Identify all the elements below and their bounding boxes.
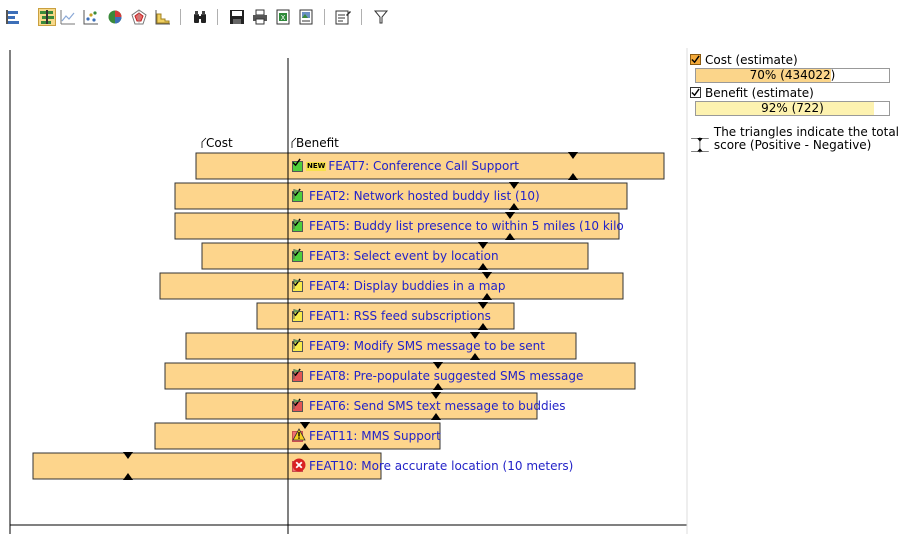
feature-row-label[interactable]: FEAT9: Modify SMS message to be sent [292, 338, 545, 354]
feature-name[interactable]: FEAT7: Conference Call Support [328, 159, 519, 173]
bars-cost-benefit-icon [40, 10, 54, 24]
pie-chart-button[interactable] [106, 8, 124, 26]
save-button[interactable] [228, 8, 246, 26]
feature-row-label[interactable]: FEAT8: Pre-populate suggested SMS messag… [292, 368, 583, 384]
toolbar-separator [180, 9, 181, 25]
feature-name[interactable]: FEAT8: Pre-populate suggested SMS messag… [309, 369, 583, 383]
feature-name[interactable]: FEAT1: RSS feed subscriptions [309, 309, 491, 323]
benefit-column-header: Benefit [296, 136, 339, 150]
cost-summary-text: 70% (434022) [749, 68, 836, 82]
toolbar-separator [361, 9, 362, 25]
radar-chart-button[interactable] [130, 8, 148, 26]
feature-row-label[interactable]: NEW FEAT7: Conference Call Support [292, 158, 519, 174]
cost-bar [164, 362, 289, 390]
cost-bar [174, 212, 289, 240]
find-button[interactable] [191, 8, 209, 26]
cost-bar [195, 152, 289, 180]
toolbar: X [0, 0, 905, 40]
status-checkbox-green[interactable] [292, 158, 303, 172]
export-image-button[interactable] [297, 8, 315, 26]
scatter-chart-icon [83, 10, 98, 25]
scatter-chart-button[interactable] [82, 8, 100, 26]
feature-name[interactable]: FEAT4: Display buddies in a map [309, 279, 505, 293]
legend-cost-row[interactable]: Cost (estimate) [690, 52, 905, 67]
feature-name[interactable]: FEAT5: Buddy list presence to within 5 m… [309, 219, 624, 233]
edit-properties-button[interactable] [334, 8, 352, 26]
save-icon [230, 10, 244, 24]
feature-row-label[interactable]: FEAT5: Buddy list presence to within 5 m… [292, 218, 624, 234]
feature-row-label[interactable]: FEAT4: Display buddies in a map [292, 278, 505, 294]
svg-text:X: X [281, 14, 286, 22]
area-chart-button[interactable] [154, 8, 172, 26]
cost-benefit-view-button[interactable] [38, 8, 56, 26]
cost-bar [185, 392, 289, 420]
benefit-summary-bar: 92% (722) [695, 101, 890, 116]
feature-row-label[interactable]: FEAT10: More accurate location (10 meter… [292, 458, 573, 474]
triangle-note-text: The triangles indicate the total score (… [713, 125, 900, 152]
export-image-icon [299, 9, 313, 25]
export-excel-button[interactable]: X [274, 8, 292, 26]
benefit-checkbox[interactable] [690, 87, 701, 98]
line-chart-button[interactable] [59, 8, 77, 26]
pie-chart-icon [108, 10, 122, 24]
feature-name[interactable]: FEAT11: MMS Support [309, 429, 441, 443]
cost-checkbox[interactable] [690, 54, 701, 65]
legend-panel: Cost (estimate) 70% (434022) Benefit (es… [690, 52, 905, 166]
new-badge-icon: NEW [306, 161, 327, 171]
bars-left-button[interactable] [4, 8, 22, 26]
legend-benefit-label: Benefit (estimate) [705, 85, 814, 100]
feature-name[interactable]: FEAT3: Select event by location [309, 249, 499, 263]
legend-benefit-row[interactable]: Benefit (estimate) [690, 85, 905, 100]
triangle-note: The triangles indicate the total score (… [690, 126, 905, 166]
export-excel-icon: X [276, 9, 290, 25]
print-button[interactable] [251, 8, 269, 26]
legend-cost-label: Cost (estimate) [705, 52, 798, 67]
feature-row-label[interactable]: FEAT11: MMS Support [292, 428, 441, 444]
cost-bar [201, 242, 289, 270]
cost-benefit-chart: Cost Benefit NEW FEAT7: Conference Call S… [0, 40, 688, 534]
cost-bar [256, 302, 289, 330]
cost-bar [154, 422, 289, 450]
cost-column-header: Cost [206, 136, 233, 150]
triangle-legend-icon [691, 137, 709, 153]
feature-name[interactable]: FEAT10: More accurate location (10 meter… [309, 459, 573, 473]
cost-bar [185, 332, 289, 360]
radar-chart-icon [131, 9, 147, 25]
feature-row-label[interactable]: FEAT3: Select event by location [292, 248, 499, 264]
area-chart-icon [155, 10, 170, 25]
bars-left-icon [6, 10, 19, 24]
cost-bar [159, 272, 289, 300]
filter-button[interactable] [372, 8, 390, 26]
edit-properties-icon [335, 10, 351, 25]
feature-name[interactable]: FEAT6: Send SMS text message to buddies [309, 399, 566, 413]
filter-icon [373, 10, 389, 24]
check-icon [292, 158, 301, 167]
toolbar-separator [217, 9, 218, 25]
cost-summary-bar: 70% (434022) [695, 68, 890, 83]
feature-row-label[interactable]: FEAT2: Network hosted buddy list (10) [292, 188, 540, 204]
print-icon [253, 9, 267, 25]
check-icon [691, 55, 700, 64]
cost-bar [174, 182, 289, 210]
find-binoculars-icon [194, 11, 206, 23]
feature-name[interactable]: FEAT9: Modify SMS message to be sent [309, 339, 545, 353]
feature-row-label[interactable]: FEAT6: Send SMS text message to buddies [292, 398, 566, 414]
cost-bar [32, 452, 289, 480]
feature-name[interactable]: FEAT2: Network hosted buddy list (10) [309, 189, 540, 203]
feature-row-label[interactable]: FEAT1: RSS feed subscriptions [292, 308, 491, 324]
benefit-summary-text: 92% (722) [761, 101, 824, 115]
toolbar-separator [324, 9, 325, 25]
check-icon [691, 88, 700, 97]
line-chart-icon [60, 10, 75, 25]
